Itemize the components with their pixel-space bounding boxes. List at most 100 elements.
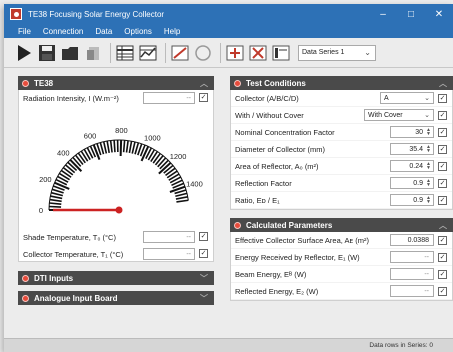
spinner-icon[interactable]: ▲ ▼ — [425, 128, 432, 137]
energy-received-checkbox[interactable] — [438, 253, 447, 262]
maximize-button[interactable]: □ — [397, 4, 425, 24]
open-folder-icon[interactable] — [60, 42, 80, 64]
gauge-tick — [106, 140, 110, 153]
gauge-tick — [140, 145, 150, 162]
graph-icon[interactable] — [138, 42, 158, 64]
menu-bar: File Connection Data Options Help — [4, 24, 453, 38]
ratio-value: 0.9 — [413, 196, 423, 204]
gauge-tick — [157, 157, 167, 168]
concentration-label: Nominal Concentration Factor — [235, 127, 335, 137]
expand-icon[interactable]: ﹀ — [200, 293, 208, 304]
effective-area-label: Effective Collector Surface Area, Aᴇ (m²… — [235, 235, 370, 245]
minimize-button[interactable]: – — [369, 4, 397, 24]
concentration-input[interactable]: 30 ▲ ▼ — [390, 126, 434, 138]
circle-icon[interactable] — [193, 42, 213, 64]
new-document-icon[interactable] — [83, 42, 103, 64]
reflector-area-checkbox[interactable] — [438, 162, 447, 171]
toolbar-separator — [165, 42, 166, 63]
menu-help[interactable]: Help — [164, 27, 180, 36]
chevron-down-icon: ⌄ — [424, 112, 430, 119]
cover-row: With / Without Cover With Cover ⌄ — [231, 107, 452, 124]
energy-received-value: -- — [424, 253, 429, 261]
gauge-tick-label: 600 — [84, 131, 97, 140]
spinner-icon[interactable]: ▲ ▼ — [425, 145, 432, 154]
calculated-header[interactable]: Calculated Parameters ︿ — [230, 218, 453, 232]
reflected-energy-row: Reflected Energy, E₂ (W) -- — [231, 283, 452, 300]
toolbar: Data Series 1 ⌄ — [4, 38, 453, 68]
cover-checkbox[interactable] — [438, 111, 447, 120]
panel-status-icon — [22, 274, 29, 282]
gauge-tick — [102, 141, 108, 154]
menu-options[interactable]: Options — [124, 27, 152, 36]
table-icon[interactable] — [115, 42, 135, 64]
close-button[interactable]: ✕ — [425, 4, 453, 24]
test-conditions-header[interactable]: Test Conditions ︿ — [230, 76, 453, 90]
reflected-energy-checkbox[interactable] — [438, 287, 447, 296]
reflection-factor-checkbox[interactable] — [438, 179, 447, 188]
collector-label: Collector (A/B/C/D) — [235, 93, 299, 103]
reflected-energy-field: -- — [390, 285, 434, 297]
data-series-select[interactable]: Data Series 1 ⌄ — [298, 44, 376, 61]
collector-select[interactable]: A ⌄ — [380, 92, 434, 104]
diameter-checkbox[interactable] — [438, 145, 447, 154]
dti-panel-title: DTI Inputs — [34, 273, 74, 283]
collapse-icon[interactable]: ︿ — [200, 78, 208, 89]
save-icon[interactable] — [37, 42, 57, 64]
menu-connection[interactable]: Connection — [43, 27, 83, 36]
collapse-icon[interactable]: ︿ — [439, 78, 447, 89]
concentration-value: 30 — [415, 128, 423, 136]
te38-panel-header[interactable]: TE38 ︿ — [18, 76, 214, 90]
collector-temp-checkbox[interactable] — [199, 249, 208, 258]
play-icon[interactable] — [14, 42, 34, 64]
reflection-factor-input[interactable]: 0.9 ▲ ▼ — [390, 177, 434, 189]
shade-temp-field: -- — [143, 231, 195, 243]
gauge-tick — [109, 140, 113, 153]
gauge-tick — [131, 141, 136, 154]
expand-icon[interactable]: ﹀ — [200, 273, 208, 284]
radiation-field: -- — [143, 92, 195, 104]
cover-select[interactable]: With Cover ⌄ — [364, 109, 434, 121]
shade-temp-label: Shade Temperature, T₀ (°C) — [23, 232, 116, 242]
ratio-input[interactable]: 0.9 ▲ ▼ — [390, 194, 434, 206]
add-series-icon[interactable] — [225, 42, 245, 64]
menu-file[interactable]: File — [18, 27, 31, 36]
ratio-checkbox[interactable] — [438, 196, 447, 205]
reflection-factor-label: Reflection Factor — [235, 178, 292, 188]
gauge-tick — [49, 202, 62, 206]
spinner-icon[interactable]: ▲ ▼ — [425, 196, 432, 205]
gauge-tick-label: 1000 — [144, 133, 161, 142]
concentration-checkbox[interactable] — [438, 128, 447, 137]
collapse-icon[interactable]: ︿ — [439, 220, 447, 231]
delete-series-icon[interactable] — [248, 42, 268, 64]
reflector-area-row: Area of Reflector, A₀ (m²) 0.24 ▲ ▼ — [231, 158, 452, 175]
collector-row: Collector (A/B/C/D) A ⌄ — [231, 90, 452, 107]
shade-temp-checkbox[interactable] — [199, 232, 208, 241]
spinner-icon[interactable]: ▲ ▼ — [425, 162, 432, 171]
status-bar: Data rows in Series: 0 — [4, 338, 453, 352]
effective-area-value: 0.0388 — [407, 236, 429, 244]
collector-checkbox[interactable] — [438, 94, 447, 103]
gauge-tick — [154, 155, 164, 166]
reflection-factor-row: Reflection Factor 0.9 ▲ ▼ — [231, 175, 452, 192]
gauge-tick-label: 800 — [115, 126, 128, 135]
diameter-input[interactable]: 35.4 ▲ ▼ — [390, 143, 434, 155]
gauge-tick-label: 200 — [39, 175, 52, 184]
reflector-area-input[interactable]: 0.24 ▲ ▼ — [390, 160, 434, 172]
effective-area-checkbox[interactable] — [438, 236, 447, 245]
chevron-down-icon: ⌄ — [364, 47, 371, 57]
gauge-tick — [64, 164, 76, 174]
right-column: Test Conditions ︿ Collector (A/B/C/D) A … — [230, 76, 453, 301]
analogue-panel-header[interactable]: Analogue Input Board ﹀ — [18, 291, 214, 305]
series-settings-icon[interactable] — [271, 42, 291, 64]
menu-data[interactable]: Data — [95, 27, 112, 36]
gauge-tick — [176, 199, 189, 203]
beam-energy-checkbox[interactable] — [438, 270, 447, 279]
dti-panel-header[interactable]: DTI Inputs ﹀ — [18, 271, 214, 285]
panel-status-icon — [234, 221, 241, 229]
left-column: TE38 ︿ Radiation Intensity, I (W.m⁻²) --… — [18, 76, 214, 305]
radiation-checkbox[interactable] — [199, 93, 208, 102]
chart-settings-icon[interactable] — [170, 42, 190, 64]
gauge-tick — [49, 198, 62, 203]
spinner-icon[interactable]: ▲ ▼ — [425, 179, 432, 188]
gauge-tick — [122, 140, 126, 153]
